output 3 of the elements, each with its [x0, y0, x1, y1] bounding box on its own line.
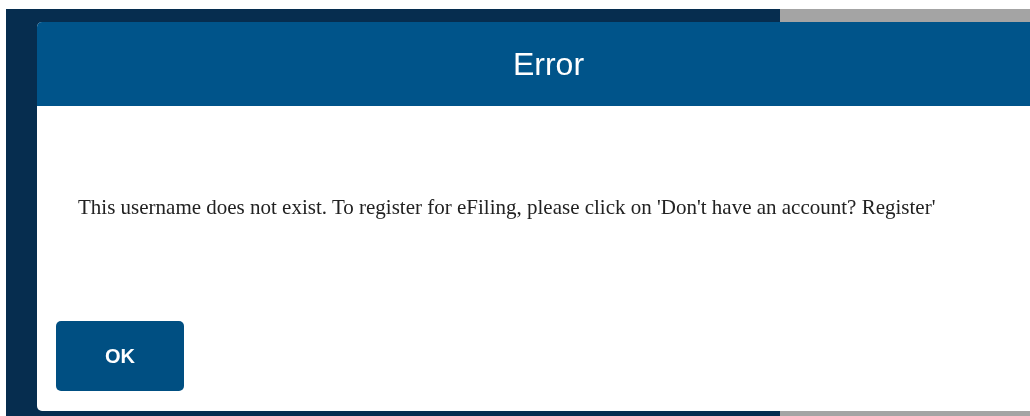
dialog-title: Error	[512, 45, 585, 83]
error-message: This username does not exist. To register for eFiling, please click on 'Don't have an account? Register'	[78, 194, 937, 221]
ok-button[interactable]: OK	[56, 321, 184, 391]
